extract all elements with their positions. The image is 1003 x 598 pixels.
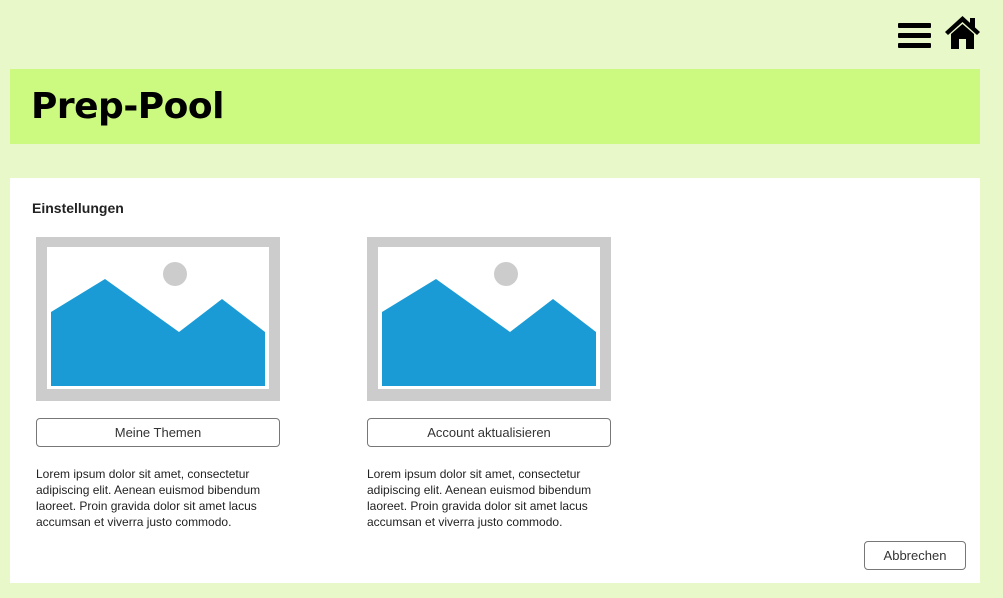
hamburger-menu-icon[interactable] [898,23,931,49]
card-account-aktualisieren: Account aktualisieren Lorem ipsum dolor … [367,237,611,530]
home-icon[interactable] [944,15,981,50]
panel-title: Einstellungen [32,200,124,216]
image-placeholder-icon [36,237,280,401]
cancel-button[interactable]: Abbrechen [864,541,966,570]
settings-panel: Einstellungen Meine Themen Lorem ipsum d… [10,178,980,583]
card-meine-themen: Meine Themen Lorem ipsum dolor sit amet,… [36,237,280,530]
meine-themen-button[interactable]: Meine Themen [36,418,280,447]
top-bar [0,0,1003,68]
header-banner: Prep-Pool [10,69,980,144]
account-aktualisieren-button[interactable]: Account aktualisieren [367,418,611,447]
page-title: Prep-Pool [31,86,224,127]
card-description: Lorem ipsum dolor sit amet, consectetur … [36,467,261,529]
card-description: Lorem ipsum dolor sit amet, consectetur … [367,467,592,529]
image-placeholder-icon [367,237,611,401]
